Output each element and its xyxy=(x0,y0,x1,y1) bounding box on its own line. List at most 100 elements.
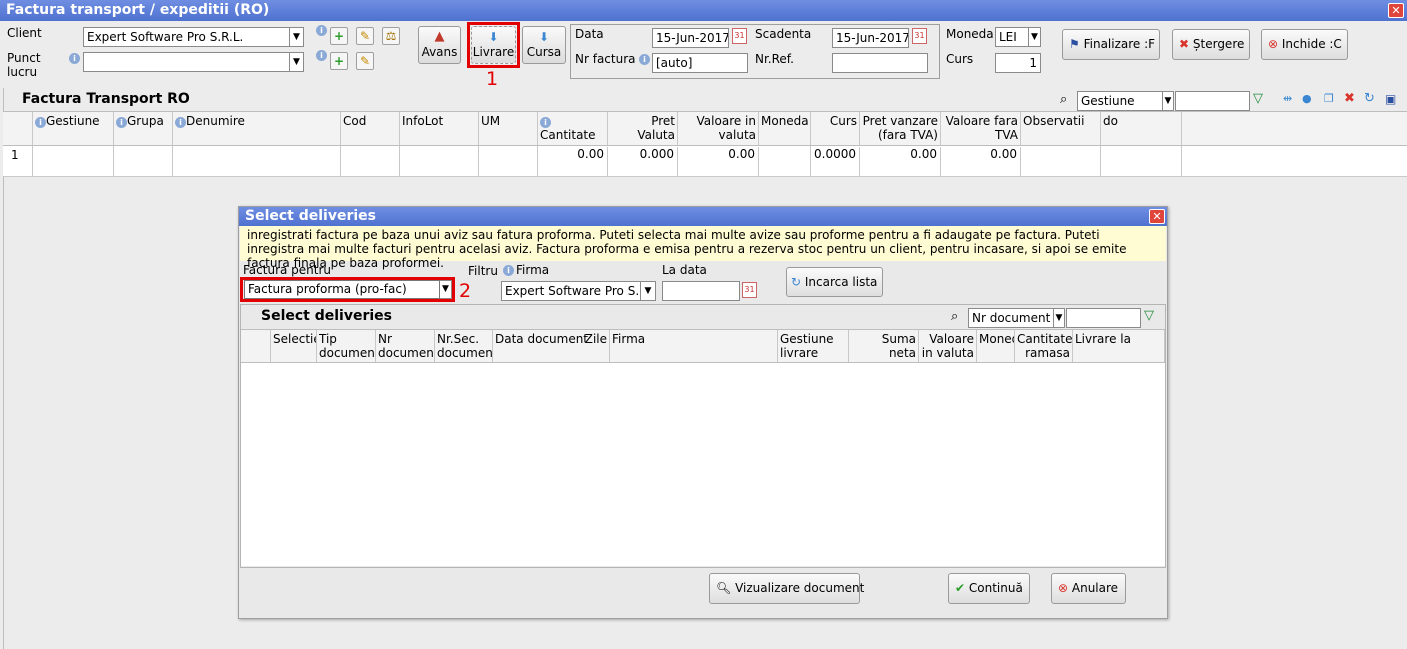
binoculars-icon: ⌕ xyxy=(1060,92,1068,107)
col-moneda[interactable]: Moneda xyxy=(759,112,811,145)
chevron-down-icon[interactable]: ▼ xyxy=(290,52,304,72)
cell-curs: 0.0000 xyxy=(811,147,860,177)
col-cantitate[interactable]: iCantitate xyxy=(538,112,608,145)
ladata-field[interactable] xyxy=(662,281,740,301)
chevron-down-icon[interactable]: ▼ xyxy=(290,27,304,47)
filtru-label: Filtru xyxy=(468,264,498,278)
col-pret-valuta[interactable]: Pret Valuta xyxy=(608,112,678,145)
main-search-input[interactable] xyxy=(1175,91,1250,111)
dialog-search-input[interactable] xyxy=(1066,308,1141,328)
close-icon[interactable]: ✕ xyxy=(1388,3,1404,18)
add-icon[interactable]: + xyxy=(330,27,348,45)
balance-icon[interactable]: ⚖ xyxy=(382,27,400,45)
finalizare-button[interactable]: ⚑ Finalizare :F xyxy=(1062,29,1160,60)
col-zile[interactable]: Zile xyxy=(551,330,610,362)
main-search-field-select[interactable]: Gestiune xyxy=(1077,91,1163,111)
chevron-down-icon[interactable]: ▼ xyxy=(1163,91,1174,111)
col-tip-document[interactable]: Tip document xyxy=(317,330,376,362)
filter-icon[interactable]: ▽ xyxy=(1144,308,1154,323)
download-icon: ⬇ xyxy=(538,30,550,44)
calendar-icon[interactable]: 31 xyxy=(732,28,747,44)
scadenta-label: Scadenta xyxy=(755,27,812,41)
col-pret-vanzare[interactable]: Pret vanzare (fara TVA) xyxy=(860,112,941,145)
flag-icon: ⚑ xyxy=(1069,37,1080,51)
edit-icon[interactable]: ✎ xyxy=(356,52,374,70)
factura-pentru-select[interactable]: Factura proforma (pro-fac) xyxy=(244,280,440,299)
info-icon: i xyxy=(503,265,514,276)
col-moneda[interactable]: Moneda xyxy=(977,330,1015,362)
stergere-button[interactable]: ✖ Ștergere xyxy=(1172,29,1250,60)
col-suma-neta[interactable]: Suma neta xyxy=(849,330,919,362)
col-valoare-valuta[interactable]: Valoare in valuta xyxy=(919,330,977,362)
col-cantitate-ramasa[interactable]: Cantitate ramasa xyxy=(1015,330,1073,362)
delete-row-icon[interactable]: ✖ xyxy=(1344,91,1355,106)
vizualizare-document-button[interactable]: 🔍︎ Vizualizare document xyxy=(709,573,864,604)
col-do[interactable]: do xyxy=(1101,112,1182,145)
refresh-icon: ↻ xyxy=(791,275,802,289)
chevron-down-icon[interactable]: ▼ xyxy=(641,281,656,301)
copy-icon[interactable]: ❐ xyxy=(1324,92,1334,105)
cursa-button[interactable]: ⬇ Cursa xyxy=(522,26,566,64)
avans-button[interactable]: ▲ Avans xyxy=(418,26,461,64)
nrfactura-field[interactable]: [auto] xyxy=(652,53,748,73)
col-grupa[interactable]: i Grupa xyxy=(114,112,173,145)
close-circle-icon: ⊗ xyxy=(1058,581,1069,595)
col-gestiune-livrare[interactable]: Gestiune livrare xyxy=(778,330,849,362)
info-icon: i xyxy=(316,25,327,36)
calendar-icon[interactable]: 31 xyxy=(912,28,927,44)
edit-icon[interactable]: ✎ xyxy=(356,27,374,45)
anulare-button[interactable]: ⊗ Anulare xyxy=(1051,573,1126,604)
col-um[interactable]: UM xyxy=(479,112,538,145)
col-valoare-fara-tva[interactable]: Valoare fara TVA xyxy=(941,112,1021,145)
incarca-lista-button[interactable]: ↻ Incarca lista xyxy=(786,267,883,297)
col-curs[interactable]: Curs xyxy=(811,112,860,145)
window-title: Factura transport / expeditii (RO) xyxy=(0,0,1407,21)
expand-icon[interactable]: ⇹ xyxy=(1283,92,1292,105)
binoculars-icon: ⌕ xyxy=(951,309,959,324)
calendar-icon[interactable]: 31 xyxy=(742,282,757,298)
col-observatii[interactable]: Observatii xyxy=(1021,112,1101,145)
row-index: 1 xyxy=(3,146,33,177)
cell-cantitate: 0.00 xyxy=(538,147,608,177)
filter-icon[interactable]: ▽ xyxy=(1253,91,1263,106)
dialog-search-field-select[interactable]: Nr document xyxy=(968,308,1054,328)
curs-label: Curs xyxy=(946,52,974,66)
main-grid-title: Factura Transport RO xyxy=(22,91,190,107)
inchide-button[interactable]: ⊗ Inchide :C xyxy=(1261,29,1348,60)
client-select[interactable]: Expert Software Pro S.R.L. xyxy=(83,27,290,47)
link-icon[interactable]: ● xyxy=(1302,92,1312,105)
col-selectie[interactable]: Selectie xyxy=(271,330,317,362)
livrare-button[interactable]: ⬇ Livrare xyxy=(471,26,516,64)
chevron-down-icon[interactable]: ▼ xyxy=(1029,27,1041,47)
nrref-field[interactable] xyxy=(832,53,928,73)
scadenta-field[interactable]: 15-Jun-2017 xyxy=(832,28,909,48)
preview-icon: 🔍︎ xyxy=(716,581,732,595)
col-infolot[interactable]: InfoLot xyxy=(400,112,479,145)
add-icon[interactable]: + xyxy=(330,52,348,70)
save-icon[interactable]: ▣ xyxy=(1385,92,1396,106)
moneda-select[interactable]: LEI xyxy=(995,27,1029,47)
col-nrsec-document[interactable]: Nr.Sec. document xyxy=(435,330,493,362)
row-index-header xyxy=(3,112,33,145)
data-field[interactable]: 15-Jun-2017 xyxy=(652,28,729,48)
dialog-info: inregistrati factura pe baza unui aviz s… xyxy=(240,226,1166,270)
firma-select[interactable]: Expert Software Pro S.R. xyxy=(501,281,641,301)
close-circle-icon: ⊗ xyxy=(1268,37,1279,51)
col-cod[interactable]: Cod xyxy=(341,112,400,145)
chevron-down-icon[interactable]: ▼ xyxy=(440,280,452,299)
punct-lucru-select[interactable] xyxy=(83,52,290,72)
refresh-icon[interactable]: ↻ xyxy=(1364,91,1375,106)
col-gestiune[interactable]: i Gestiune xyxy=(33,112,114,145)
col-livrare-la[interactable]: Livrare la xyxy=(1073,330,1165,362)
continua-button[interactable]: ✔ Continuă xyxy=(948,573,1030,604)
curs-field[interactable]: 1 xyxy=(995,53,1041,73)
dialog-close-icon[interactable]: ✕ xyxy=(1149,209,1165,224)
table-row[interactable]: 1 0.00 0.000 0.00 0.0000 0.00 0.00 xyxy=(3,146,1407,177)
col-valoare-valuta[interactable]: Valoare in valuta xyxy=(678,112,759,145)
dialog-grid-body[interactable] xyxy=(241,363,1165,566)
col-firma[interactable]: Firma xyxy=(610,330,778,362)
col-denumire[interactable]: i Denumire xyxy=(173,112,341,145)
moneda-label: Moneda xyxy=(946,27,994,41)
chevron-down-icon[interactable]: ▼ xyxy=(1054,308,1065,328)
col-nr-document[interactable]: Nr document xyxy=(376,330,435,362)
